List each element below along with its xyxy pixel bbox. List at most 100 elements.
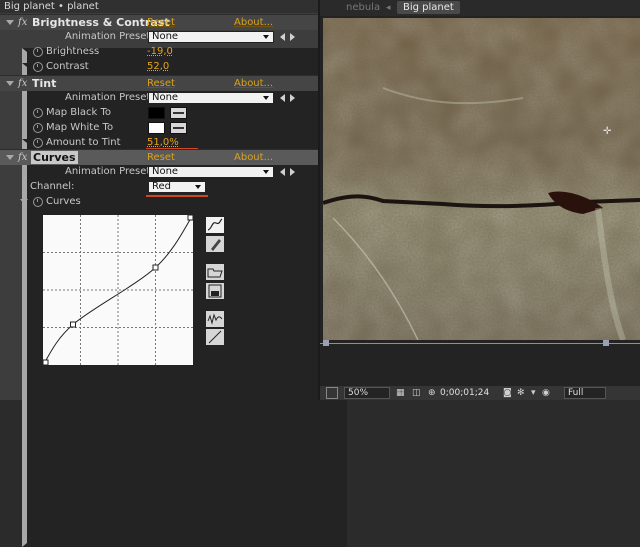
map-white-color-swatch[interactable] xyxy=(148,122,165,134)
always-preview-icon[interactable] xyxy=(326,387,338,399)
channel-dropdown[interactable]: Red xyxy=(148,181,206,193)
curve-control-point[interactable] xyxy=(70,321,76,328)
tab-big-planet[interactable]: Big planet xyxy=(397,1,460,14)
map-black-color-swatch[interactable] xyxy=(148,107,165,119)
folder-open-icon xyxy=(207,268,223,278)
reset-link[interactable]: Reset xyxy=(147,150,175,165)
stopwatch-icon[interactable] xyxy=(33,197,43,207)
param-curves: Curves xyxy=(0,194,318,209)
camera-icon[interactable]: ◙ xyxy=(503,387,512,399)
stopwatch-icon[interactable] xyxy=(33,123,43,133)
stopwatch-icon[interactable] xyxy=(33,108,43,118)
reset-link[interactable]: Reset xyxy=(147,76,175,91)
eyedropper-icon[interactable] xyxy=(170,122,187,134)
curve-line xyxy=(42,214,194,366)
effect-title: Tint xyxy=(32,77,57,90)
chevron-down-icon[interactable]: ▾ xyxy=(531,387,536,399)
next-preset-icon[interactable] xyxy=(290,168,295,176)
presets-label: Animation Presets: xyxy=(65,92,159,103)
collapse-triangle-icon[interactable] xyxy=(20,199,28,204)
curve-control-point[interactable] xyxy=(152,264,159,271)
fx-toggle[interactable]: fx xyxy=(18,150,27,165)
curve-control-point[interactable] xyxy=(42,359,49,366)
eyedropper-icon[interactable] xyxy=(170,107,187,119)
chevron-down-icon xyxy=(263,96,269,100)
viewer-bottom-toolbar: 50% ▦ ◫ ⊕ 0;00;01;24 ◙ ✻ ▾ ◉ Full xyxy=(320,386,640,400)
about-link[interactable]: About... xyxy=(234,15,273,30)
zoom-dropdown[interactable]: 50% xyxy=(344,387,390,399)
planet-texture-image xyxy=(323,18,640,340)
pencil-tool-button[interactable] xyxy=(205,235,225,253)
collapse-triangle-icon[interactable] xyxy=(6,20,14,25)
effect-header-tint[interactable]: fx Tint Reset About... xyxy=(0,75,318,91)
curve-tool-button[interactable] xyxy=(205,216,225,234)
presets-label: Animation Presets: xyxy=(65,166,159,177)
brightness-label: Brightness xyxy=(46,46,100,57)
chevron-down-icon xyxy=(263,35,269,39)
presets-value: None xyxy=(152,92,179,103)
effect-header-curves[interactable]: fx Curves Reset About... xyxy=(0,149,318,165)
presets-row: Animation Presets: None xyxy=(0,29,318,44)
prev-preset-icon[interactable] xyxy=(280,94,285,102)
channel-label: Channel: xyxy=(30,181,75,192)
contrast-value[interactable]: 52,0 xyxy=(147,59,169,74)
timeline-handle[interactable] xyxy=(603,340,609,346)
curves-graph[interactable] xyxy=(42,214,194,366)
composition-panel: nebula ◂ Big planet ✛ 50% ▦ ◫ ⊕ 0;00;01;… xyxy=(320,0,640,400)
presets-row: Animation Presets: None xyxy=(0,90,318,105)
viewer-tab-bar: nebula ◂ Big planet xyxy=(320,0,640,16)
prev-preset-icon[interactable] xyxy=(280,33,285,41)
reset-link[interactable]: Reset xyxy=(147,15,175,30)
about-link[interactable]: About... xyxy=(234,76,273,91)
curves-svg[interactable] xyxy=(42,214,194,366)
curve-control-point[interactable] xyxy=(187,214,194,221)
color-channels-icon[interactable]: ✻ xyxy=(517,387,525,399)
amount-to-tint-label: Amount to Tint xyxy=(46,137,121,148)
stopwatch-icon[interactable] xyxy=(33,47,43,57)
fx-toggle[interactable]: fx xyxy=(18,15,27,30)
smooth-button[interactable] xyxy=(205,310,225,328)
chevron-left-icon: ◂ xyxy=(386,3,391,13)
reset-curve-button[interactable] xyxy=(205,328,225,346)
breadcrumb: Big planet • planet xyxy=(0,0,318,13)
about-link[interactable]: About... xyxy=(234,150,273,165)
map-white-label: Map White To xyxy=(46,122,114,133)
param-map-black: Map Black To xyxy=(0,105,318,120)
composition-viewer[interactable]: ✛ xyxy=(323,18,640,340)
stopwatch-icon[interactable] xyxy=(33,62,43,72)
tab-nebula[interactable]: nebula xyxy=(340,1,386,14)
chevron-down-icon xyxy=(263,170,269,174)
brightness-value[interactable]: -19,0 xyxy=(147,44,173,59)
collapse-triangle-icon[interactable] xyxy=(6,81,14,86)
pencil-icon xyxy=(211,239,221,251)
prev-preset-icon[interactable] xyxy=(280,168,285,176)
chevron-down-icon xyxy=(195,185,201,189)
channel-value: Red xyxy=(152,181,171,192)
color-picker-icon[interactable]: ◉ xyxy=(542,387,550,399)
presets-dropdown[interactable]: None xyxy=(148,31,274,43)
mask-icon[interactable]: ◫ xyxy=(412,387,421,399)
resolution-dropdown[interactable]: Full xyxy=(564,387,606,399)
curves-label: Curves xyxy=(46,196,81,207)
open-button[interactable] xyxy=(205,263,225,281)
presets-dropdown[interactable]: None xyxy=(148,92,274,104)
timeline-handle[interactable] xyxy=(323,340,329,346)
save-icon xyxy=(208,284,222,298)
crosshair-icon: ✛ xyxy=(603,126,612,137)
presets-dropdown[interactable]: None xyxy=(148,166,274,178)
smooth-icon xyxy=(207,313,223,325)
stopwatch-icon[interactable] xyxy=(33,138,43,148)
next-preset-icon[interactable] xyxy=(290,94,295,102)
param-contrast: Contrast 52,0 xyxy=(0,59,347,471)
effect-header-brightness-contrast[interactable]: fx Brightness & Contrast Reset About... xyxy=(0,14,318,30)
grid-icon[interactable]: ▦ xyxy=(396,387,405,399)
timeline-track[interactable] xyxy=(320,343,640,344)
collapse-triangle-icon[interactable] xyxy=(6,155,14,160)
contrast-label: Contrast xyxy=(46,61,89,72)
param-channel: Channel: Red xyxy=(0,179,318,194)
save-button[interactable] xyxy=(205,282,225,300)
next-preset-icon[interactable] xyxy=(290,33,295,41)
fx-toggle[interactable]: fx xyxy=(18,76,27,91)
resolution-value: Full xyxy=(568,388,584,398)
timecode[interactable]: 0;00;01;24 xyxy=(440,387,489,399)
